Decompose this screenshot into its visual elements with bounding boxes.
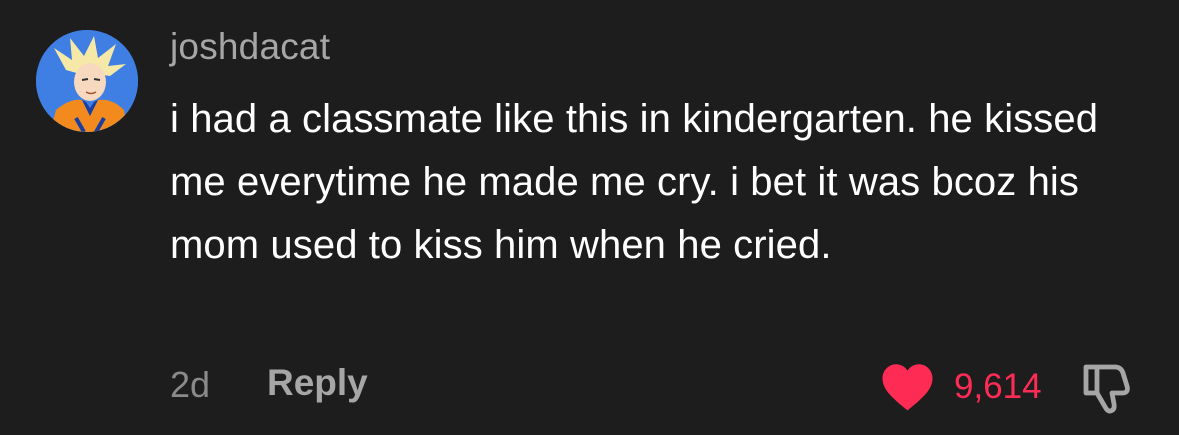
- like-button[interactable]: 9,614: [880, 362, 1042, 412]
- heart-icon: [882, 364, 933, 411]
- thumbs-down-icon[interactable]: [1080, 360, 1138, 416]
- avatar-image: [36, 30, 138, 132]
- user-avatar[interactable]: [36, 30, 138, 132]
- like-count: 9,614: [954, 367, 1042, 406]
- comment-username[interactable]: joshdacat: [170, 26, 330, 68]
- reply-button[interactable]: Reply: [267, 362, 368, 404]
- comment-text: i had a classmate like this in kindergar…: [170, 97, 1099, 267]
- comment-item: joshdacat i had a classmate like this in…: [0, 0, 1179, 435]
- comment-timestamp: 2d: [170, 364, 211, 405]
